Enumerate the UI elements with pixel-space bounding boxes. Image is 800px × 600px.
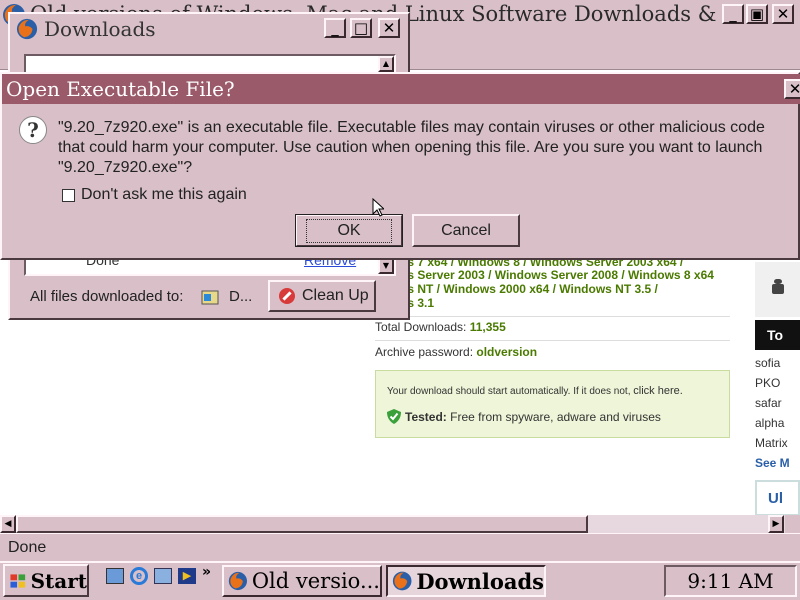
tested-line: Tested: Free from spyware, adware and vi…: [405, 410, 661, 424]
media-icon[interactable]: ▶: [178, 568, 196, 584]
total-downloads: Total Downloads: 11,355: [375, 320, 506, 334]
dialog-message: "9.20_7z920.exe" is an executable file. …: [58, 119, 765, 176]
system-tray: 9:11 AM: [664, 565, 797, 597]
downloads-title: Downloads: [44, 17, 156, 41]
downloads-title-bar: Downloads _ □ ✕: [10, 14, 408, 44]
sidebar-heading-box: To: [755, 320, 800, 350]
dialog-title-bar: Open Executable File? ✕: [2, 74, 800, 104]
taskbar-task-browser[interactable]: Old versio...: [222, 565, 382, 597]
list-scroll-down[interactable]: ▼: [378, 258, 394, 274]
download-folder-label: All files downloaded to:: [30, 288, 184, 305]
divider: [375, 340, 730, 341]
scroll-left-button[interactable]: ◀: [0, 515, 16, 533]
question-icon: ?: [19, 116, 47, 144]
dont-ask-label[interactable]: Don't ask me this again: [81, 186, 247, 204]
sidebar-android-box: [755, 262, 800, 317]
start-label: Start: [30, 568, 87, 593]
status-text: Done: [8, 539, 47, 556]
clean-up-label: Clean Up: [302, 287, 369, 304]
quick-launch: e ▶ »: [104, 564, 214, 596]
sidebar-ul-box: Ul: [755, 480, 800, 516]
clock[interactable]: 9:11 AM: [687, 569, 773, 593]
ok-button[interactable]: OK: [295, 214, 403, 247]
notice-text: Your download should start automatically…: [387, 385, 683, 397]
clean-up-button[interactable]: Clean Up: [268, 280, 376, 312]
archive-password: Archive password: oldversion: [375, 345, 537, 359]
scroll-thumb[interactable]: [16, 515, 588, 533]
cleanup-icon: [279, 288, 295, 304]
firefox-icon: [392, 571, 412, 591]
windows-logo-icon: [10, 573, 26, 588]
os-line-3[interactable]: ws NT / Windows 2000 x64 / Windows NT 3.…: [398, 282, 658, 296]
os-line-2[interactable]: ws Server 2003 / Windows Server 2008 / W…: [398, 268, 714, 282]
sidebar-ul-label: Ul: [768, 490, 783, 507]
sidebar-item[interactable]: alpha: [755, 416, 784, 430]
downloads-maximize-button[interactable]: □: [350, 18, 372, 38]
dont-ask-checkbox[interactable]: [62, 189, 75, 202]
dialog-close-button[interactable]: ✕: [784, 79, 800, 99]
sidebar-item[interactable]: Matrix: [755, 436, 788, 450]
sidebar-item[interactable]: safar: [755, 396, 782, 410]
dialog-title: Open Executable File?: [6, 77, 235, 101]
browser-minimize-button[interactable]: _: [722, 4, 744, 24]
sidebar-heading: To: [767, 327, 784, 343]
browser-restore-button[interactable]: ▣: [746, 4, 768, 24]
divider: [375, 316, 730, 317]
list-scroll-up[interactable]: ▲: [378, 56, 394, 72]
archive-password-label: Archive password:: [375, 345, 474, 359]
scroll-corner: [785, 515, 800, 533]
cancel-button[interactable]: Cancel: [412, 214, 520, 247]
click-here-link[interactable]: click here.: [633, 385, 683, 397]
ok-label: OK: [306, 218, 392, 243]
scroll-right-button[interactable]: ▶: [768, 515, 784, 533]
android-icon: [772, 279, 784, 294]
browser-close-button[interactable]: ✕: [772, 4, 794, 24]
desktop-icon[interactable]: [106, 568, 124, 584]
tested-label: Tested:: [405, 410, 447, 424]
downloads-minimize-button[interactable]: _: [324, 18, 346, 38]
tested-text: Free from spyware, adware and viruses: [450, 410, 661, 424]
status-bar: Done: [0, 533, 800, 561]
sidebar-item[interactable]: PKO: [755, 376, 780, 390]
taskbar-task-label: Downloads: [416, 568, 544, 594]
download-folder-name[interactable]: D...: [229, 288, 252, 305]
notice-message: Your download should start automatically…: [387, 386, 631, 397]
cancel-label: Cancel: [441, 221, 491, 239]
taskbar-task-downloads[interactable]: Downloads: [386, 565, 546, 597]
see-more-link[interactable]: See M: [755, 456, 790, 470]
firefox-icon: [228, 571, 247, 591]
executable-dialog: Open Executable File? ✕ ? "9.20_7z920.ex…: [0, 72, 800, 260]
downloads-close-button[interactable]: ✕: [378, 18, 400, 38]
taskbar-task-label: Old versio...: [251, 569, 380, 593]
firefox-icon: [16, 18, 38, 40]
horizontal-scrollbar[interactable]: ◀ ▶: [0, 515, 785, 533]
quick-launch-overflow[interactable]: »: [202, 564, 211, 580]
start-button[interactable]: Start: [3, 564, 89, 597]
total-downloads-value: 11,355: [469, 320, 506, 334]
total-downloads-label: Total Downloads:: [375, 320, 467, 334]
shield-check-icon: [387, 409, 401, 424]
archive-password-value: oldversion: [476, 345, 538, 359]
folder-icon[interactable]: [201, 288, 219, 305]
mouse-cursor: [372, 198, 384, 217]
ie-icon[interactable]: e: [130, 567, 148, 585]
download-notice: Your download should start automatically…: [375, 370, 730, 438]
sidebar-item[interactable]: sofia: [755, 356, 780, 370]
network-icon[interactable]: [154, 568, 172, 584]
